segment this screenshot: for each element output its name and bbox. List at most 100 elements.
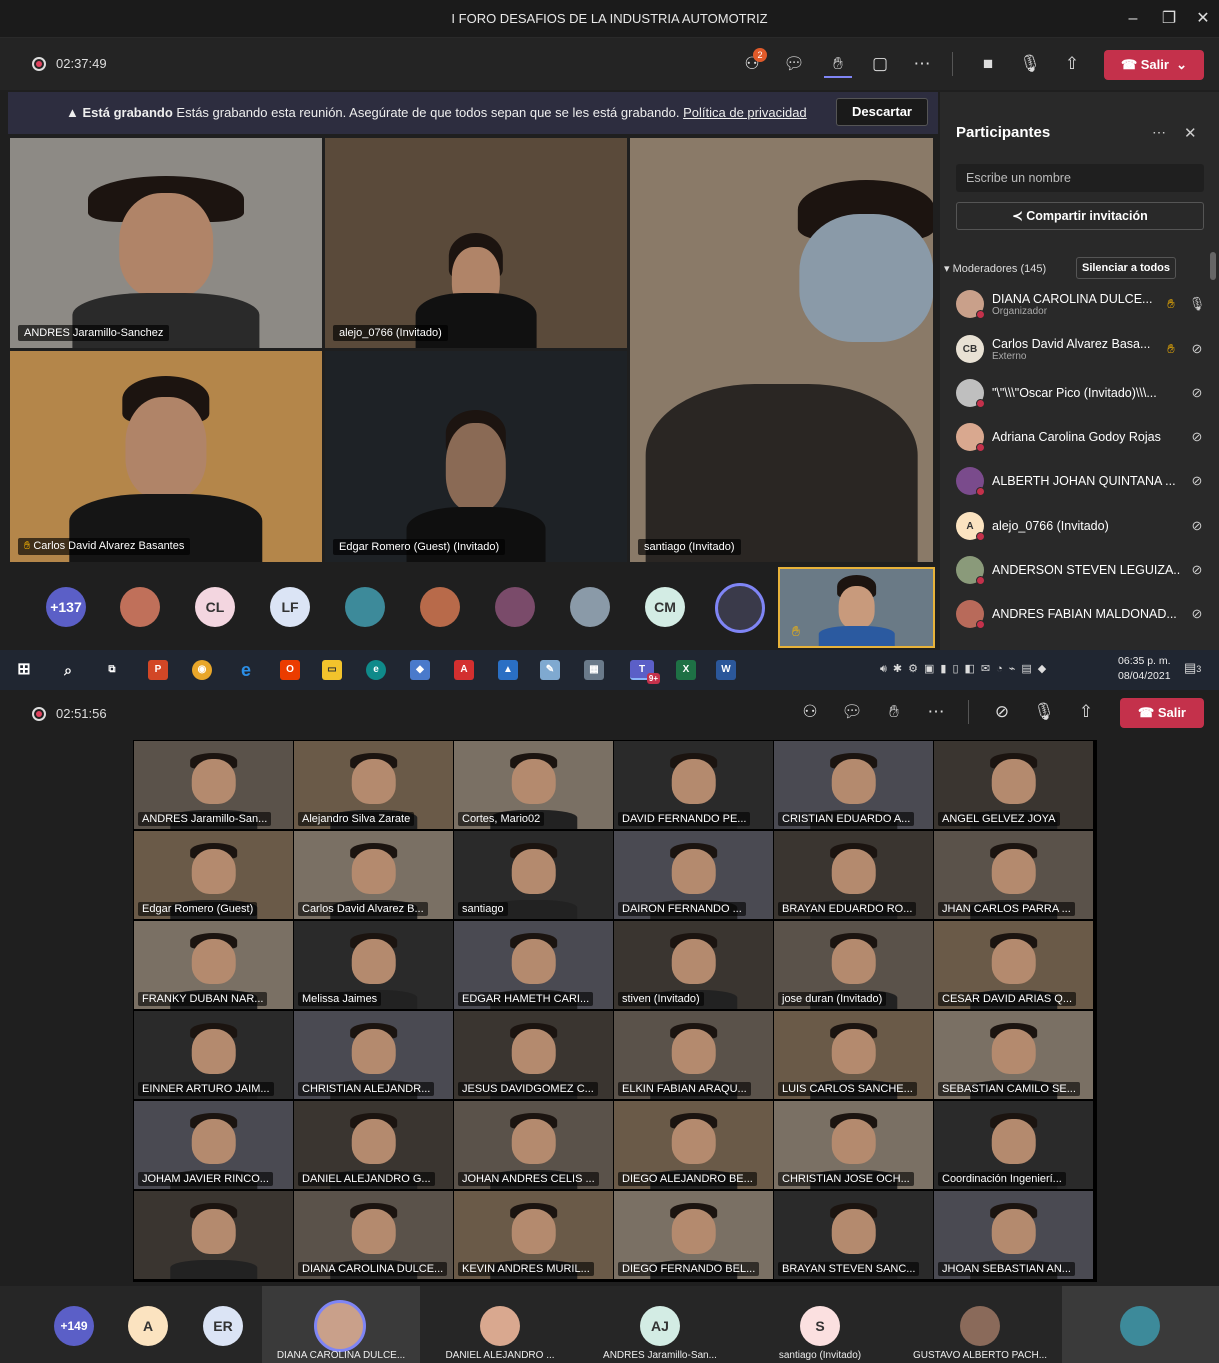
- avatar[interactable]: [120, 587, 160, 627]
- overflow-count[interactable]: +137: [46, 587, 86, 627]
- camera-off-icon[interactable]: ⊘: [988, 698, 1016, 726]
- video-tile-active[interactable]: santiago (Invitado): [630, 138, 933, 562]
- more-icon[interactable]: ⋯: [908, 50, 936, 78]
- paint-icon[interactable]: ✎: [540, 660, 560, 680]
- gallery-tile[interactable]: JHAN CARLOS PARRA ...: [934, 831, 1093, 919]
- office-icon[interactable]: O: [280, 660, 300, 680]
- gallery-tile[interactable]: ELKIN FABIAN ARAQU...: [614, 1011, 773, 1099]
- participant-item[interactable]: CB Carlos David Alvarez Basa... Externo ✋…: [956, 329, 1206, 369]
- gallery-tile[interactable]: JESUS DAVIDGOMEZ C...: [454, 1011, 613, 1099]
- search-input[interactable]: Escribe un nombre: [956, 164, 1204, 192]
- gallery-tile[interactable]: stiven (Invitado): [614, 921, 773, 1009]
- gallery-tile[interactable]: ANDRES Jaramillo-San...: [134, 741, 293, 829]
- gallery-tile[interactable]: santiago: [454, 831, 613, 919]
- gallery-tile[interactable]: [134, 1191, 293, 1279]
- gallery-tile[interactable]: BRAYAN STEVEN SANC...: [774, 1191, 933, 1279]
- acrobat-icon[interactable]: A: [454, 660, 474, 680]
- clock[interactable]: 06:35 p. m. 08/04/2021: [1118, 654, 1171, 684]
- windows-start-icon[interactable]: ⊞: [14, 660, 34, 680]
- gallery-tile[interactable]: DIEGO ALEJANDRO BE...: [614, 1101, 773, 1189]
- share-screen-icon[interactable]: ⇧: [1058, 50, 1086, 78]
- more-icon[interactable]: ⋯: [922, 698, 950, 726]
- participant-slot[interactable]: AJ ANDRES Jaramillo-San...: [580, 1286, 740, 1363]
- scrollbar[interactable]: [1210, 252, 1216, 280]
- people-icon[interactable]: ⚇ 2: [738, 48, 767, 78]
- avatar[interactable]: CM: [645, 587, 685, 627]
- gallery-tile[interactable]: JOHAM JAVIER RINCO...: [134, 1101, 293, 1189]
- avatar[interactable]: [495, 587, 535, 627]
- leave-button[interactable]: ☎ Salir ⌄: [1104, 50, 1204, 80]
- participant-slot[interactable]: DANIEL ALEJANDRO ...: [420, 1286, 580, 1363]
- teams-icon[interactable]: T 9+: [630, 660, 660, 684]
- powerpoint-icon[interactable]: P: [148, 660, 168, 680]
- gallery-tile[interactable]: ANGEL GELVEZ JOYA: [934, 741, 1093, 829]
- self-video[interactable]: ✋︎: [778, 567, 935, 648]
- file-explorer-icon[interactable]: ▭: [322, 660, 342, 680]
- gallery-tile[interactable]: FRANKY DUBAN NAR...: [134, 921, 293, 1009]
- share-screen-icon[interactable]: ⇧: [1072, 698, 1100, 726]
- leave-button[interactable]: ☎ Salir: [1120, 698, 1204, 728]
- notifications-icon[interactable]: ▤3: [1184, 660, 1201, 676]
- gallery-tile[interactable]: DAIRON FERNANDO ...: [614, 831, 773, 919]
- participant-item[interactable]: Adriana Carolina Godoy Rojas ⊘: [956, 417, 1206, 457]
- gallery-tile[interactable]: CHRISTIAN ALEJANDR...: [294, 1011, 453, 1099]
- app-icon[interactable]: ◆: [410, 660, 430, 680]
- rooms-icon[interactable]: ▢: [866, 50, 894, 78]
- app-icon[interactable]: ▦: [584, 660, 604, 680]
- dismiss-button[interactable]: Descartar: [836, 98, 928, 126]
- gallery-tile[interactable]: JOHAN ANDRES CELIS ...: [454, 1101, 613, 1189]
- gallery-tile[interactable]: SEBASTIAN CAMILO SE...: [934, 1011, 1093, 1099]
- avatar[interactable]: [420, 587, 460, 627]
- word-icon[interactable]: W: [716, 660, 736, 680]
- avatar[interactable]: ER: [203, 1306, 243, 1346]
- gallery-tile[interactable]: Carlos David Alvarez B...: [294, 831, 453, 919]
- participant-slot[interactable]: DIANA CAROLINA DULCE...: [262, 1286, 420, 1363]
- people-icon[interactable]: ⚇: [796, 698, 824, 726]
- video-tile[interactable]: ✋︎ Carlos David Alvarez Basantes: [10, 351, 322, 562]
- gallery-tile[interactable]: JHOAN SEBASTIAN AN...: [934, 1191, 1093, 1279]
- avatar[interactable]: LF: [270, 587, 310, 627]
- panel-close-icon[interactable]: ✕: [1184, 124, 1197, 142]
- overflow-count[interactable]: +149: [54, 1306, 94, 1346]
- video-tile[interactable]: Edgar Romero (Guest) (Invitado): [325, 351, 627, 562]
- participant-item[interactable]: ANDERSON STEVEN LEGUIZA... ⊘: [956, 550, 1206, 590]
- participant-item[interactable]: ALBERTH JOHAN QUINTANA ... ⊘: [956, 461, 1206, 501]
- panel-more-icon[interactable]: ⋯: [1152, 124, 1166, 141]
- gallery-tile[interactable]: Coordinación Ingenierí...: [934, 1101, 1093, 1189]
- mic-muted-icon[interactable]: 🎙︎: [1030, 698, 1058, 726]
- participant-slot[interactable]: [1062, 1286, 1219, 1363]
- gallery-tile[interactable]: DIEGO FERNANDO BEL...: [614, 1191, 773, 1279]
- gallery-tile[interactable]: Edgar Romero (Guest): [134, 831, 293, 919]
- participant-item[interactable]: DIANA CAROLINA DULCE... Organizador ✋︎ 🎙︎: [956, 284, 1206, 324]
- reactions-icon[interactable]: ✋︎: [824, 50, 852, 78]
- gallery-tile[interactable]: DAVID FERNANDO PE...: [614, 741, 773, 829]
- video-tile[interactable]: alejo_0766 (Invitado): [325, 138, 627, 348]
- video-tile[interactable]: ANDRES Jaramillo-Sanchez: [10, 138, 322, 348]
- ie-icon[interactable]: e: [236, 660, 256, 680]
- system-tray-icons[interactable]: 🔊︎✱⚙▣▮▯◧✉◔⌁▤◆: [880, 662, 1052, 676]
- avatar-speaking[interactable]: [715, 583, 765, 633]
- chrome-icon[interactable]: ◉: [192, 660, 212, 680]
- gallery-tile[interactable]: Melissa Jaimes: [294, 921, 453, 1009]
- chat-icon[interactable]: 💬︎: [838, 698, 866, 726]
- photos-icon[interactable]: ▲: [498, 660, 518, 680]
- maximize-icon[interactable]: ❐: [1150, 0, 1188, 38]
- reactions-icon[interactable]: ✋︎: [880, 698, 908, 726]
- gallery-tile[interactable]: DIANA CAROLINA DULCE...: [294, 1191, 453, 1279]
- mic-icon[interactable]: 🎙︎: [1016, 50, 1044, 78]
- task-view-icon[interactable]: ⧉: [102, 660, 122, 680]
- gallery-tile[interactable]: CHRISTIAN JOSE OCH...: [774, 1101, 933, 1189]
- excel-icon[interactable]: X: [676, 660, 696, 680]
- participant-item[interactable]: "\"\\\"Oscar Pico (Invitado)\\\... ⊘: [956, 373, 1206, 413]
- avatar[interactable]: [345, 587, 385, 627]
- camera-icon[interactable]: ■: [974, 50, 1002, 78]
- share-invite-button[interactable]: ≺ Compartir invitación: [956, 202, 1204, 230]
- participant-item[interactable]: ANDRES FABIAN MALDONAD... ⊘: [956, 594, 1206, 634]
- gallery-tile[interactable]: LUIS CARLOS SANCHE...: [774, 1011, 933, 1099]
- gallery-tile[interactable]: CESAR DAVID ARIAS Q...: [934, 921, 1093, 1009]
- avatar[interactable]: [570, 587, 610, 627]
- gallery-tile[interactable]: CRISTIAN EDUARDO A...: [774, 741, 933, 829]
- participant-slot[interactable]: GUSTAVO ALBERTO PACH...: [900, 1286, 1060, 1363]
- gallery-tile[interactable]: Cortes, Mario02: [454, 741, 613, 829]
- avatar[interactable]: CL: [195, 587, 235, 627]
